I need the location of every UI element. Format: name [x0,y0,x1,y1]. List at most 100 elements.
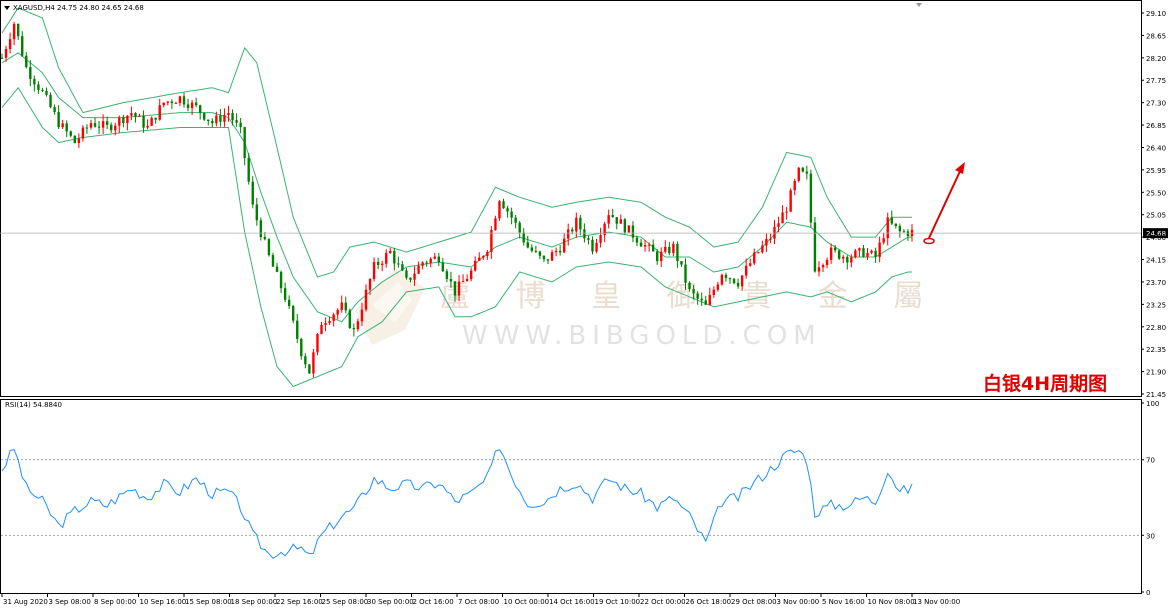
candle-body [320,324,323,335]
price-axis: 29.10 28.65 28.20 27.75 27.30 26.85 26.40 25.95… [1141,10,1166,399]
candle-body [724,274,728,279]
scroll-shift-icon[interactable] [916,3,922,7]
price-tick-label: 26.40 [1146,144,1166,152]
candle-body [623,219,627,233]
candle-body [182,96,186,105]
candle-body [105,121,109,125]
candle-body [4,49,8,58]
candle-body [166,101,170,103]
chart-svg: 盧 博 皇 御 貴 金 屬 WWW.BIBGOLD.COM 24.68 29.1… [0,0,1168,606]
candle-body [518,222,521,233]
candle-body [692,289,695,294]
candle-body [178,96,182,103]
candle-body [777,223,780,227]
candle-body [259,220,263,238]
candle-body [437,256,440,263]
candle-body [595,242,598,252]
candle-body [846,256,849,263]
candle-body [696,293,699,299]
candle-body [712,289,716,295]
candle-body [833,247,837,251]
candle-body [720,274,724,285]
candle-body [534,250,538,252]
candle-body [223,115,226,122]
time-tick-label: 14 Oct 16:00 [549,598,595,606]
candle-body [77,138,81,144]
candle-body [474,260,477,271]
candle-body [267,239,271,256]
candle-body [643,245,647,247]
candle-body [340,302,343,310]
time-tick-label: 26 Oct 18:00 [686,598,732,606]
candle-body [704,300,707,305]
candle-body [385,253,388,264]
candle-body [287,299,291,307]
candle-body [49,94,52,108]
candle-body [279,271,283,289]
candle-body [801,167,804,172]
candle-body [300,338,303,357]
candle-body [97,126,101,128]
time-tick-label: 13 Nov 00:00 [913,598,960,606]
candle-body [174,102,178,104]
candle-body [676,243,679,262]
price-tick-label: 22.35 [1146,346,1166,354]
candle-body [906,231,910,237]
time-tick-label: 5 Nov 16:00 [822,598,865,606]
candle-body [668,246,671,254]
candle-body [380,263,384,266]
candle-body [69,131,72,136]
candle-body [368,279,372,290]
candle-body [417,265,420,274]
rsi-tick-label: 0 [1146,589,1150,597]
candle-body [457,281,461,296]
candle-body [429,258,432,263]
candle-body [170,101,174,104]
price-tick-label: 25.95 [1146,167,1166,175]
candle-body [29,67,32,79]
candle-body [874,250,877,257]
candle-body [785,211,788,213]
price-tick-label: 23.70 [1146,279,1166,287]
candle-body [482,256,485,258]
arrow-head-icon [955,162,965,174]
candle-body [870,250,873,253]
candle-body [890,217,893,224]
candle-body [372,261,376,280]
candle-body [660,251,663,262]
candle-body [627,225,631,233]
dropdown-triangle-icon[interactable] [4,6,10,10]
candle-body [886,217,889,239]
candle-body [16,23,20,37]
candle-body [421,262,424,266]
price-tick-label: 28.20 [1146,55,1166,63]
time-tick-label: 2 Oct 16:00 [413,598,454,606]
candle-body [304,356,307,365]
candle-body [494,218,497,231]
candle-body [89,123,93,128]
price-tick-label: 27.75 [1146,77,1166,85]
candle-body [283,288,287,300]
price-tick-label: 25.50 [1146,189,1166,197]
candle-body [227,113,230,116]
candle-body [154,117,157,120]
candle-body [708,294,711,305]
candle-body [376,261,380,266]
candle-body [542,255,546,260]
candle-body [57,112,60,128]
candle-body [688,282,691,290]
candle-body [639,242,643,247]
price-tick-label: 29.10 [1146,10,1166,18]
candle-body [8,39,12,50]
candle-body [360,309,364,322]
candle-body [194,102,198,106]
candle-body [324,322,327,325]
price-tick-label: 21.90 [1146,369,1166,377]
candle-body [664,246,667,252]
candle-body [611,215,614,218]
candle-body [0,57,4,59]
candle-body [239,122,242,128]
candle-body [126,115,129,123]
watermark: 盧 博 皇 御 貴 金 屬 WWW.BIBGOLD.COM [355,268,923,351]
candle-body [81,127,85,139]
